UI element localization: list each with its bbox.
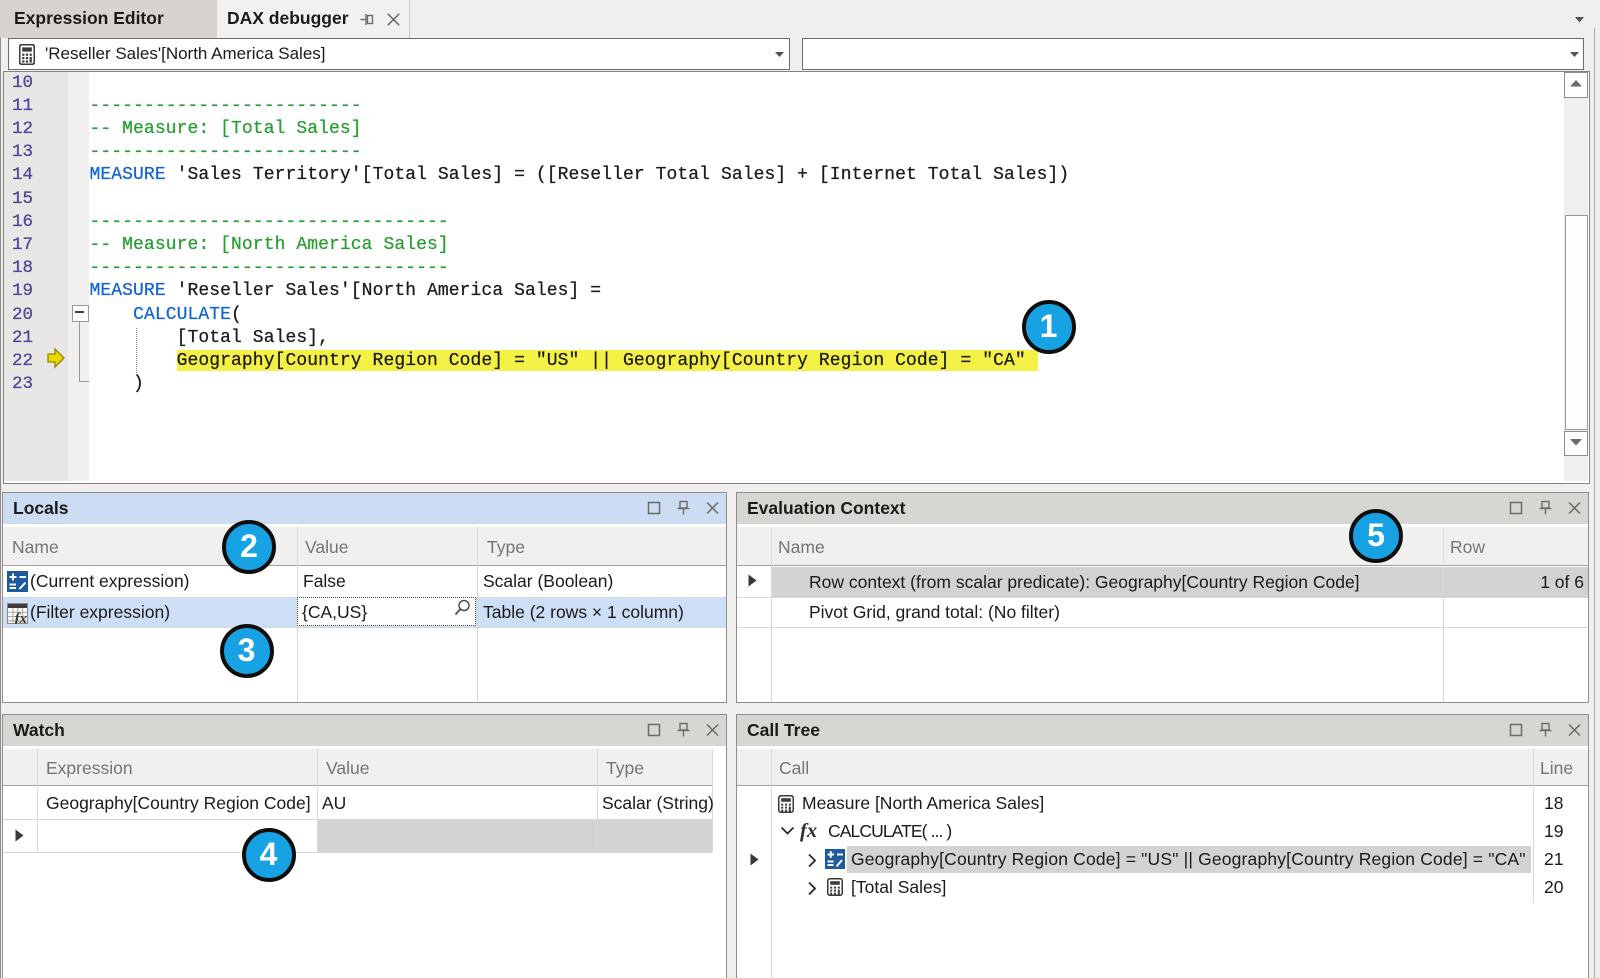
svg-text:fx: fx bbox=[15, 611, 28, 624]
